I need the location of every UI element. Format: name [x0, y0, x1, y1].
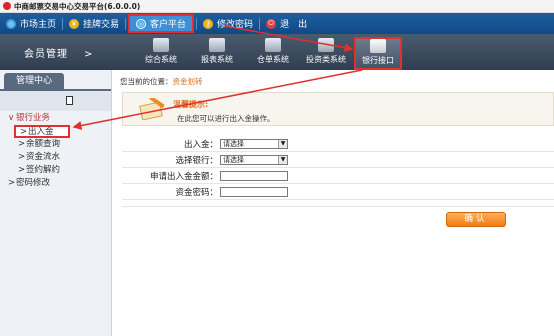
tip-box: 温馨提示: 在此您可以进行出入金操作。 [122, 92, 554, 126]
globe-icon: ◎ [136, 18, 147, 29]
sidebar-item-label: 出入金 [28, 127, 54, 137]
chevron-right-icon: > [18, 165, 26, 175]
chevron-right-icon: > [8, 178, 16, 188]
module-title-text: 会员管理 [24, 49, 68, 60]
app-logo-icon [3, 2, 11, 10]
module-title: 会员管理 > [24, 45, 93, 60]
tip-title: 温馨提示: [173, 100, 209, 109]
top-nav: ◎ 市场主页 ¥ 挂牌交易 ◎ 客户平台 ⚷ 修改密码 ⏻ 退 出 [0, 13, 554, 34]
sidebar-item-label: 密码修改 [16, 178, 51, 188]
tip-text: 在此您可以进行出入金操作。 [177, 114, 275, 123]
key-icon: ⚷ [203, 18, 214, 29]
document-icon[interactable] [66, 96, 73, 105]
breadcrumb-prefix: 您当前的位置： [120, 77, 173, 86]
bank-gear-icon [370, 39, 386, 53]
module-label: 报表系统 [201, 55, 233, 64]
sidebar-item-sign-unsign[interactable]: >签约解约 [0, 164, 111, 177]
deposit-withdraw-form: 出入金： 请选择 ▼ 选择银行： 请选择 ▼ 申请出入金金额： 资金密码： [122, 136, 554, 200]
sidebar-group-bank-business[interactable]: ∨ 银行业务 [0, 112, 111, 125]
sidebar-item-label: 银行业务 [16, 113, 51, 123]
chart-icon [318, 38, 334, 52]
globe-icon: ◎ [6, 18, 16, 29]
form-row-bank: 选择银行： 请选择 ▼ [122, 152, 554, 168]
module-label: 银行接口 [362, 56, 394, 65]
report-icon [209, 38, 225, 52]
window-titlebar: 中商邮票交易中心交易平台(6.0.0.0) [0, 0, 554, 13]
amount-label: 申请出入金金额： [149, 171, 218, 182]
nav-client-platform[interactable]: ◎ 客户平台 [128, 14, 195, 33]
amount-input[interactable] [220, 170, 288, 181]
sidebar-item-fund-flow[interactable]: >资金流水 [0, 151, 111, 164]
sidebar-menu: ∨ 银行业务 >出入金 >余额查询 >资金流水 >签约解约 >密码修改 [0, 112, 111, 190]
module-report-system[interactable]: 报表系统 [188, 38, 246, 68]
yen-icon: ¥ [69, 18, 80, 29]
module-warehouse-system[interactable]: 仓单系统 [244, 38, 302, 68]
nav-label: 市场主页 [20, 20, 57, 30]
bank-label: 选择银行： [175, 155, 218, 166]
module-bar: 会员管理 > 综合系统 报表系统 仓单系统 投资类系统 银行接口 [0, 34, 554, 70]
nav-label: 修改密码 [217, 20, 254, 30]
nav-label: 挂牌交易 [83, 20, 120, 30]
chevron-right-icon: > [20, 127, 28, 137]
breadcrumb-current: 资金划转 [172, 77, 203, 86]
direction-select[interactable]: 请选择 ▼ [220, 138, 288, 149]
module-title-arrow: > [84, 49, 94, 60]
form-row-amount: 申请出入金金额： [122, 168, 554, 184]
chevron-right-icon: > [18, 152, 26, 162]
chevron-down-icon: ∨ [8, 113, 15, 123]
module-label: 综合系统 [145, 55, 177, 64]
warehouse-icon [265, 38, 281, 52]
sidebar: 管理中心 ∨ 银行业务 >出入金 >余额查询 >资金流水 >签约解约 >密码修改 [0, 70, 112, 336]
sidebar-item-deposit-withdraw[interactable]: >出入金 [14, 125, 70, 138]
form-row-password: 资金密码： [122, 184, 554, 200]
module-label: 仓单系统 [257, 55, 289, 64]
monitor-icon [153, 38, 169, 52]
chevron-down-icon: ▼ [278, 155, 287, 164]
module-investment-system[interactable]: 投资类系统 [296, 38, 356, 68]
direction-select-value: 请选择 [223, 139, 244, 148]
nav-market-home[interactable]: ◎ 市场主页 [0, 13, 62, 34]
sidebar-item-balance-query[interactable]: >余额查询 [0, 138, 111, 151]
fund-password-label: 资金密码： [175, 187, 218, 198]
confirm-button[interactable]: 确认 [446, 212, 506, 227]
module-bank-interface[interactable]: 银行接口 [354, 37, 402, 70]
nav-listed-trading[interactable]: ¥ 挂牌交易 [63, 13, 125, 34]
fund-password-input[interactable] [220, 186, 288, 197]
module-label: 投资类系统 [306, 55, 346, 64]
nav-label: 退 出 [280, 20, 308, 30]
nav-separator [125, 17, 127, 30]
module-integrated-system[interactable]: 综合系统 [132, 38, 190, 68]
direction-label: 出入金： [183, 139, 218, 150]
main-content: 您当前的位置：资金划转 温馨提示: 在此您可以进行出入金操作。 出入金： 请选择… [118, 70, 554, 336]
nav-label: 客户平台 [150, 20, 187, 30]
pencil-note-icon [139, 98, 165, 120]
nav-logout[interactable]: ⏻ 退 出 [260, 13, 313, 34]
window-title: 中商邮票交易中心交易平台(6.0.0.0) [14, 1, 141, 11]
bank-select-value: 请选择 [223, 155, 244, 164]
sidebar-item-label: 资金流水 [26, 152, 61, 162]
breadcrumb: 您当前的位置：资金划转 [120, 76, 203, 87]
sidebar-item-label: 签约解约 [26, 165, 61, 175]
chevron-down-icon: ▼ [278, 139, 287, 148]
nav-change-password[interactable]: ⚷ 修改密码 [197, 13, 259, 34]
power-icon: ⏻ [266, 18, 277, 29]
form-actions: 确认 [122, 206, 554, 230]
chevron-right-icon: > [18, 139, 26, 149]
sidebar-item-label: 余额查询 [26, 139, 61, 149]
sidebar-tab-management-center[interactable]: 管理中心 [4, 73, 64, 89]
form-row-direction: 出入金： 请选择 ▼ [122, 136, 554, 152]
bank-select[interactable]: 请选择 ▼ [220, 154, 288, 165]
sidebar-item-password-change[interactable]: >密码修改 [0, 177, 111, 190]
sidebar-header [0, 89, 111, 111]
